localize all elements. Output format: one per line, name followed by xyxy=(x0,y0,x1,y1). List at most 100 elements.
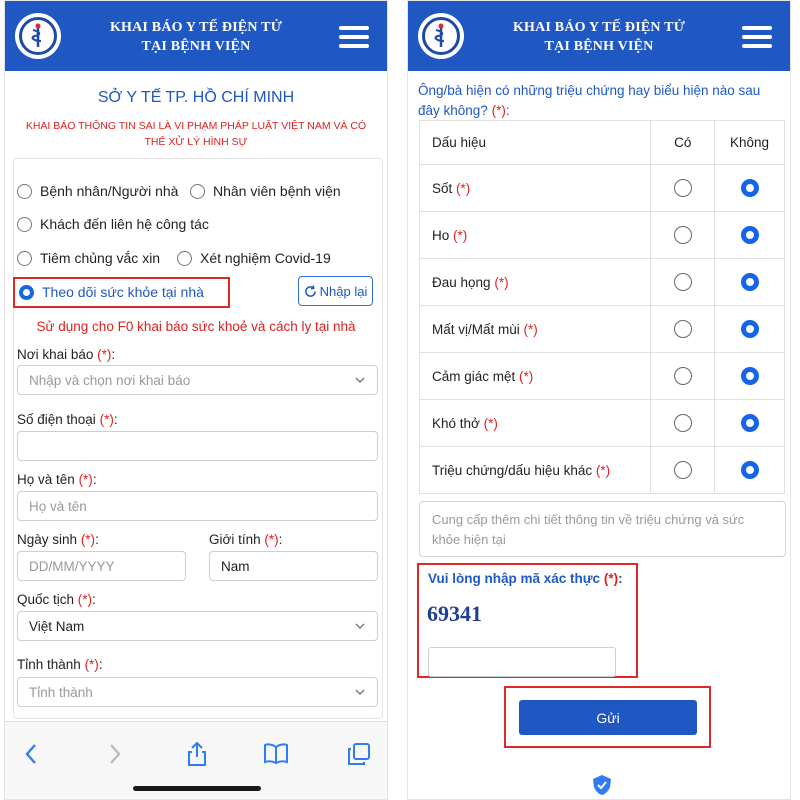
radio-staff[interactable] xyxy=(190,183,205,199)
chevron-down-icon xyxy=(355,623,365,629)
radio-no[interactable] xyxy=(740,320,759,338)
province-label: Tỉnh thành (*): xyxy=(17,657,103,672)
app-header: KHAI BÁO Y TẾ ĐIỆN TỬ TẠI BỆNH VIỆN xyxy=(408,1,790,71)
header-title: KHAI BÁO Y TẾ ĐIỆN TỬ TẠI BỆNH VIỆN xyxy=(408,18,790,56)
place-select-placeholder: Nhập và chọn nơi khai báo xyxy=(29,372,191,388)
hamburger-menu-icon[interactable] xyxy=(339,26,369,48)
required-mark: (*) xyxy=(99,412,114,427)
phone-label-text: Số điện thoại xyxy=(17,412,96,427)
header-title: KHAI BÁO Y TẾ ĐIỆN TỬ TẠI BỆNH VIỆN xyxy=(5,18,387,56)
required-mark: (*) xyxy=(483,415,498,431)
symptom-label: Đau họng (*) xyxy=(418,258,652,306)
f0-note: Sử dụng cho F0 khai báo sức khoẻ và cách… xyxy=(36,319,356,334)
col-yes: Có xyxy=(650,120,716,165)
table-row: Sốt (*) xyxy=(418,164,785,212)
radio-yes[interactable] xyxy=(673,273,692,291)
place-label-text: Nơi khai báo xyxy=(17,347,94,362)
radio-yes[interactable] xyxy=(673,414,692,432)
required-mark: (*) xyxy=(595,462,611,478)
required-mark: (*) xyxy=(78,472,93,487)
radio-yes[interactable] xyxy=(673,367,692,385)
book-icon[interactable] xyxy=(262,740,290,768)
name-label-text: Họ và tên xyxy=(17,472,75,487)
required-mark: (*) xyxy=(264,532,279,547)
radio-patient[interactable] xyxy=(17,183,32,199)
radio-no[interactable] xyxy=(740,179,759,197)
browser-toolbar xyxy=(5,721,387,799)
reset-button[interactable]: Nhập lại xyxy=(298,276,373,306)
symptom-table: Dấu hiệu Có Không Sốt (*) Ho (*) Đau họn… xyxy=(418,120,785,494)
nationality-label-text: Quốc tịch xyxy=(17,592,75,607)
radio-visitor[interactable] xyxy=(17,216,32,232)
submit-highlight: Gửi xyxy=(504,686,711,748)
place-label: Nơi khai báo (*): xyxy=(17,347,116,362)
forward-chevron-icon[interactable] xyxy=(101,740,129,768)
tabs-icon[interactable] xyxy=(345,740,373,768)
symptom-name: Ho xyxy=(432,227,450,243)
radio-vaccine[interactable] xyxy=(17,250,32,266)
hamburger-menu-icon[interactable] xyxy=(742,26,772,48)
required-mark: (*) xyxy=(603,571,619,586)
radio-no[interactable] xyxy=(740,226,759,244)
home-indicator xyxy=(133,786,261,791)
required-mark: (*) xyxy=(519,368,534,384)
required-mark: (*) xyxy=(491,103,506,118)
radio-no[interactable] xyxy=(740,414,759,432)
option-home-monitor[interactable]: Theo dõi sức khỏe tại nhà xyxy=(19,284,204,300)
required-mark: (*) xyxy=(77,592,93,607)
radio-yes[interactable] xyxy=(673,320,692,338)
radio-yes[interactable] xyxy=(673,461,692,479)
symptom-name: Mất vị/Mất mùi xyxy=(432,321,520,337)
right-screen: KHAI BÁO Y TẾ ĐIỆN TỬ TẠI BỆNH VIỆN Ông/… xyxy=(407,0,791,800)
radio-no[interactable] xyxy=(740,461,759,479)
symptom-name: Triệu chứng/dấu hiệu khác xyxy=(432,462,593,478)
table-row: Khó thở (*) xyxy=(418,399,785,447)
radio-no[interactable] xyxy=(740,273,759,291)
dob-label-text: Ngày sinh xyxy=(17,532,78,547)
option-staff[interactable]: Nhân viên bệnh viện xyxy=(190,183,341,199)
radio-yes[interactable] xyxy=(673,179,692,197)
chevron-down-icon xyxy=(355,689,365,695)
required-mark: (*) xyxy=(80,532,96,547)
option-covid-test-label: Xét nghiệm Covid-19 xyxy=(200,250,331,266)
option-staff-label: Nhân viên bệnh viện xyxy=(213,183,341,199)
shield-logo-icon xyxy=(591,774,613,796)
reset-button-label: Nhập lại xyxy=(319,283,368,299)
symptom-details-placeholder: Cung cấp thêm chi tiết thông tin về triệ… xyxy=(432,512,745,547)
option-patient[interactable]: Bệnh nhân/Người nhà xyxy=(17,183,178,199)
option-vaccine[interactable]: Tiêm chủng vắc xin xyxy=(17,250,160,266)
option-covid-test[interactable]: Xét nghiệm Covid-19 xyxy=(177,250,331,266)
header-title-line2: TẠI BỆNH VIỆN xyxy=(544,39,654,54)
radio-no[interactable] xyxy=(740,367,759,385)
symptom-label: Khó thở (*) xyxy=(418,399,652,447)
captcha-code: 69341 xyxy=(427,601,482,626)
gender-label-text: Giới tính xyxy=(209,532,261,547)
left-screen: KHAI BÁO Y TẾ ĐIỆN TỬ TẠI BỆNH VIỆN SỞ Y… xyxy=(4,0,388,800)
name-input[interactable]: Họ và tên xyxy=(17,491,378,521)
place-select[interactable]: Nhập và chọn nơi khai báo xyxy=(17,365,378,395)
table-row: Mất vị/Mất mùi (*) xyxy=(418,305,785,353)
radio-yes[interactable] xyxy=(673,226,692,244)
symptom-label: Sốt (*) xyxy=(418,164,652,212)
dob-label: Ngày sinh (*): xyxy=(17,532,99,547)
back-chevron-icon[interactable] xyxy=(17,740,45,768)
captcha-section: Vui lòng nhập mã xác thực (*): 69341 xyxy=(417,563,638,678)
share-icon[interactable] xyxy=(183,740,211,768)
symptom-label: Mất vị/Mất mùi (*) xyxy=(418,305,652,353)
radio-covid-test[interactable] xyxy=(177,250,192,266)
name-label: Họ và tên (*): xyxy=(17,472,97,487)
option-home-monitor-label: Theo dõi sức khỏe tại nhà xyxy=(42,284,204,300)
province-select[interactable]: Tỉnh thành xyxy=(17,677,378,707)
nationality-select[interactable]: Việt Nam xyxy=(17,611,378,641)
symptom-label: Ho (*) xyxy=(418,211,652,259)
radio-home-monitor[interactable] xyxy=(19,284,34,300)
captcha-input[interactable] xyxy=(428,647,616,677)
submit-button[interactable]: Gửi xyxy=(519,700,697,735)
col-sign: Dấu hiệu xyxy=(418,120,652,165)
option-visitor[interactable]: Khách đến liên hệ công tác xyxy=(17,216,209,232)
symptom-details-textarea[interactable]: Cung cấp thêm chi tiết thông tin về triệ… xyxy=(419,501,786,557)
dob-input[interactable]: DD/MM/YYYY xyxy=(17,551,186,581)
gender-input[interactable]: Nam xyxy=(209,551,378,581)
header-title-line1: KHAI BÁO Y TẾ ĐIỆN TỬ xyxy=(109,20,283,35)
phone-input[interactable] xyxy=(17,431,378,461)
